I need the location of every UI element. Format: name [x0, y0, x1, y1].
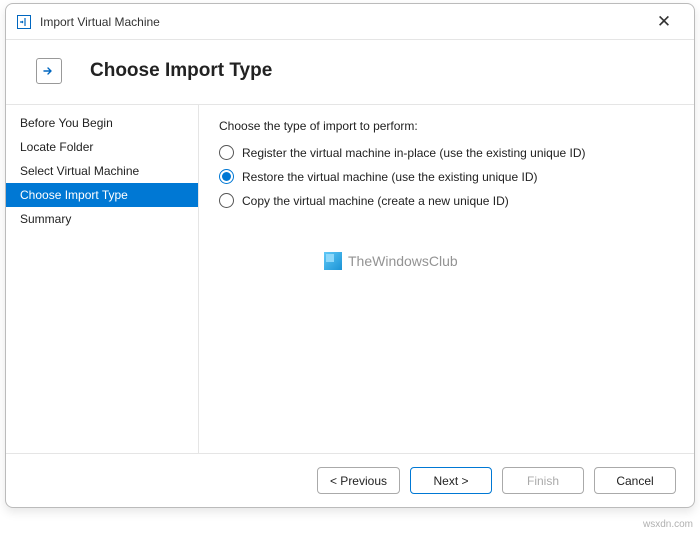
source-watermark: wsxdn.com	[643, 519, 693, 530]
radio-copy-vm[interactable]: Copy the virtual machine (create a new u…	[219, 193, 674, 208]
radio-label: Register the virtual machine in-place (u…	[242, 146, 586, 160]
watermark-text: TheWindowsClub	[348, 253, 458, 269]
radio-label: Copy the virtual machine (create a new u…	[242, 194, 509, 208]
sidebar-item-select-vm[interactable]: Select Virtual Machine	[6, 159, 198, 183]
cancel-button[interactable]: Cancel	[594, 467, 676, 494]
wizard-footer: < Previous Next > Finish Cancel	[6, 453, 694, 507]
radio-register-in-place[interactable]: Register the virtual machine in-place (u…	[219, 145, 674, 160]
watermark: TheWindowsClub	[324, 252, 458, 270]
wizard-steps-sidebar: Before You Begin Locate Folder Select Vi…	[6, 105, 199, 453]
radio-icon	[219, 145, 234, 160]
titlebar: Import Virtual Machine ✕	[6, 4, 694, 40]
previous-button[interactable]: < Previous	[317, 467, 400, 494]
import-vm-dialog: Import Virtual Machine ✕ Choose Import T…	[5, 3, 695, 508]
content-prompt: Choose the type of import to perform:	[219, 119, 674, 133]
watermark-icon	[324, 252, 342, 270]
radio-icon	[219, 193, 234, 208]
sidebar-item-before-you-begin[interactable]: Before You Begin	[6, 111, 198, 135]
app-icon	[16, 14, 32, 30]
sidebar-item-choose-import-type[interactable]: Choose Import Type	[6, 183, 198, 207]
next-button[interactable]: Next >	[410, 467, 492, 494]
wizard-content: Choose the type of import to perform: Re…	[199, 105, 694, 453]
page-title: Choose Import Type	[90, 60, 272, 82]
radio-restore-vm[interactable]: Restore the virtual machine (use the exi…	[219, 169, 674, 184]
close-button[interactable]: ✕	[644, 14, 684, 30]
sidebar-item-locate-folder[interactable]: Locate Folder	[6, 135, 198, 159]
sidebar-item-summary[interactable]: Summary	[6, 207, 198, 231]
radio-label: Restore the virtual machine (use the exi…	[242, 170, 537, 184]
import-icon	[36, 58, 62, 84]
wizard-header: Choose Import Type	[6, 40, 694, 104]
wizard-body: Before You Begin Locate Folder Select Vi…	[6, 104, 694, 453]
window-title: Import Virtual Machine	[40, 15, 160, 29]
radio-icon	[219, 169, 234, 184]
finish-button: Finish	[502, 467, 584, 494]
